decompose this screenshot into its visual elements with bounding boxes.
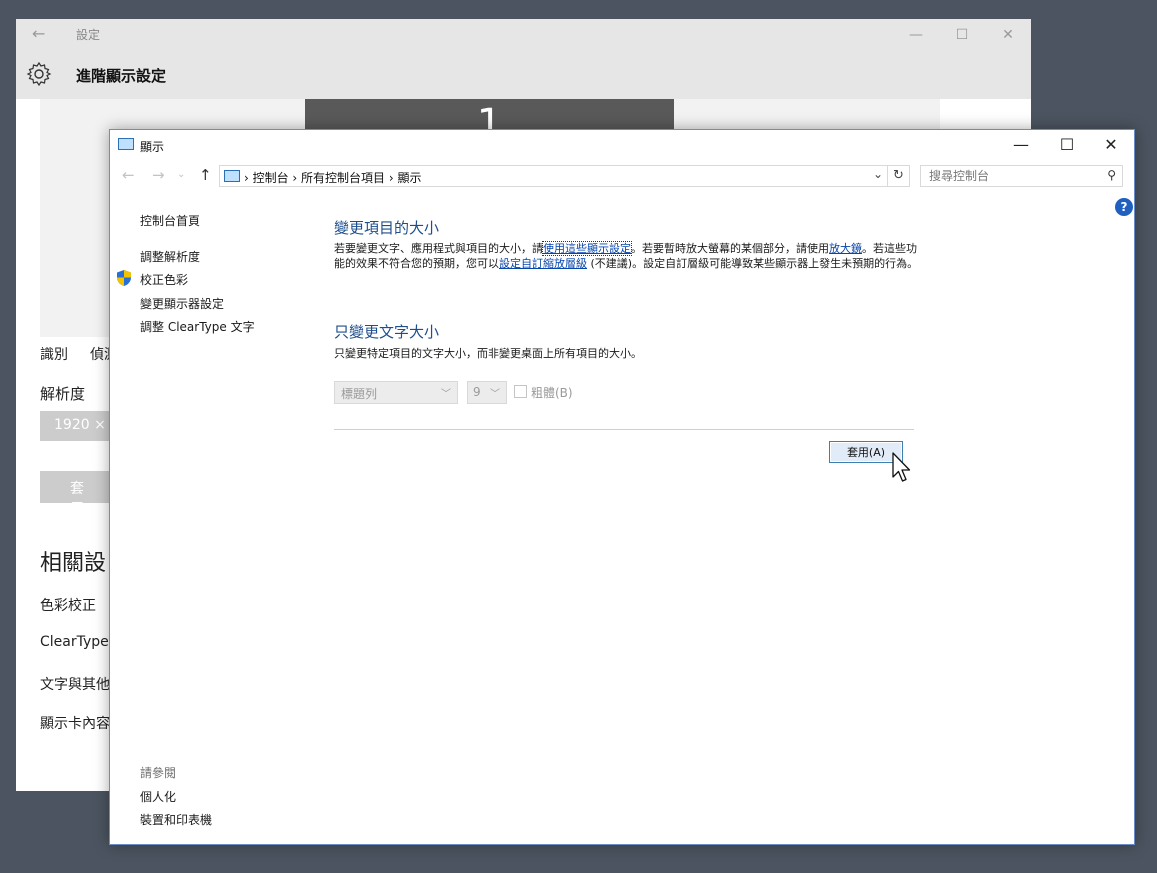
section-description-text-size: 只變更特定項目的文字大小，而非變更桌面上所有項目的大小。 — [334, 347, 642, 360]
search-input[interactable] — [921, 166, 1101, 186]
related-link-text[interactable]: 文字與其他 — [40, 674, 110, 694]
custom-scaling-link[interactable]: 設定自訂縮放層級 — [499, 257, 587, 270]
address-bar[interactable]: › 控制台 › 所有控制台項目 › 顯示 ⌄ — [219, 165, 888, 187]
control-panel-icon — [224, 170, 240, 182]
close-icon[interactable]: ✕ — [1088, 130, 1134, 160]
nav-control-panel-home[interactable]: 控制台首頁 — [140, 212, 200, 229]
maximize-icon[interactable]: ☐ — [942, 23, 982, 47]
section-title-change-size: 變更項目的大小 — [334, 219, 440, 237]
related-link-cleartype[interactable]: ClearType — [40, 634, 109, 650]
maximize-icon[interactable]: ☐ — [1044, 130, 1090, 160]
display-window: 顯示 — ☐ ✕ ← → ⌄ ↑ › 控制台 › 所有控制台項目 › 顯示 ⌄ … — [109, 129, 1135, 845]
bold-label: 粗體(B) — [531, 386, 573, 400]
related-link-adapter[interactable]: 顯示卡內容 — [40, 713, 110, 733]
related-heading: 相關設 — [40, 551, 107, 576]
settings-title: 設定 — [76, 28, 101, 42]
minimize-icon[interactable]: — — [998, 130, 1044, 160]
search-icon[interactable]: ⚲ — [1107, 168, 1116, 182]
magnifier-link[interactable]: 放大鏡 — [829, 242, 862, 255]
settings-titlebar: ← 設定 — ☐ ✕ — [16, 19, 1031, 49]
nav-adjust-resolution[interactable]: 調整解析度 — [140, 248, 200, 265]
breadcrumb[interactable]: › 控制台 › 所有控制台項目 › 顯示 — [244, 169, 421, 186]
settings-apply-button[interactable]: 套用 — [40, 471, 120, 517]
chevron-down-icon: ﹀ — [441, 389, 451, 400]
display-title: 顯示 — [140, 140, 165, 154]
help-icon[interactable]: ? — [1115, 198, 1133, 216]
page-title: 進階顯示設定 — [76, 67, 167, 85]
close-icon[interactable]: ✕ — [988, 23, 1028, 47]
settings-header: 進階顯示設定 — [16, 49, 1031, 99]
divider — [334, 429, 914, 430]
nav-calibrate-color[interactable]: 校正色彩 — [140, 271, 188, 288]
identify-link[interactable]: 識別 — [40, 344, 68, 364]
resolution-select[interactable]: 1920 × — [40, 411, 120, 441]
related-link-color[interactable]: 色彩校正 — [40, 595, 96, 615]
chevron-down-icon[interactable]: ⌄ — [873, 167, 883, 181]
search-box[interactable]: ⚲ — [920, 165, 1123, 187]
bold-checkbox[interactable] — [514, 385, 527, 398]
nav-personalization[interactable]: 個人化 — [140, 788, 176, 805]
gear-icon — [26, 61, 52, 87]
section-description-change-size: 若要變更文字、應用程式與項目的大小，請使用這些顯示設定。若要暫時放大螢幕的某個部… — [334, 241, 919, 270]
address-row: ← → ⌄ ↑ › 控制台 › 所有控制台項目 › 顯示 ⌄ ↻ ⚲ — [110, 162, 1134, 194]
shield-icon — [117, 270, 131, 286]
recent-dropdown-icon[interactable]: ⌄ — [177, 169, 185, 180]
nav-devices-printers[interactable]: 裝置和印表機 — [140, 811, 212, 828]
font-size-select[interactable]: 9 ﹀ — [467, 381, 507, 404]
refresh-icon[interactable]: ↻ — [888, 165, 910, 187]
display-settings-link[interactable]: 使用這些顯示設定 — [542, 241, 632, 256]
see-also-heading: 請參閱 — [140, 766, 177, 780]
nav-change-display-settings[interactable]: 變更顯示器設定 — [140, 295, 224, 312]
forward-arrow-icon[interactable]: → — [152, 166, 165, 184]
up-arrow-icon[interactable]: ↑ — [199, 166, 212, 184]
item-select[interactable]: 標題列 ﹀ — [334, 381, 458, 404]
minimize-icon[interactable]: — — [896, 23, 936, 47]
resolution-heading: 解析度 — [40, 385, 86, 403]
chevron-down-icon: ﹀ — [490, 389, 500, 400]
nav-adjust-cleartype[interactable]: 調整 ClearType 文字 — [140, 318, 255, 335]
section-title-text-size: 只變更文字大小 — [334, 323, 440, 341]
back-arrow-icon[interactable]: ← — [32, 24, 45, 43]
monitor-icon — [118, 138, 134, 150]
hand-cursor-icon — [892, 452, 911, 482]
display-titlebar: 顯示 — ☐ ✕ — [110, 130, 1134, 160]
back-arrow-icon[interactable]: ← — [122, 166, 135, 184]
